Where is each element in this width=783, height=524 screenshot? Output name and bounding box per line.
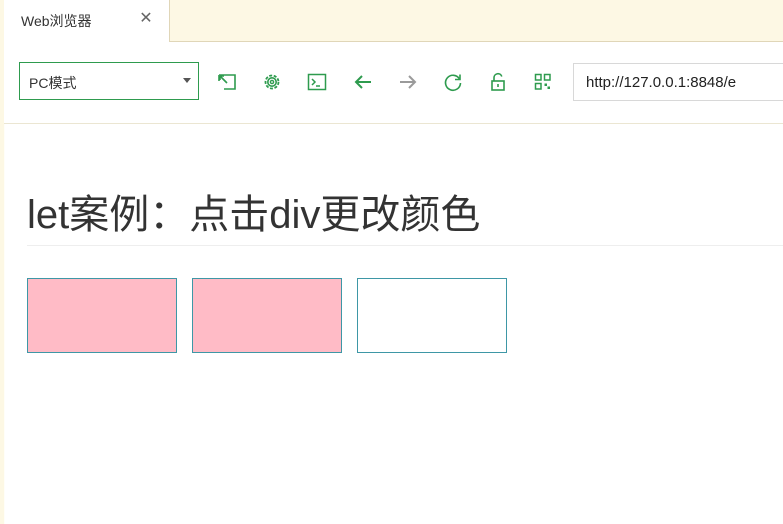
color-box-3[interactable] xyxy=(357,278,507,353)
settings-icon[interactable] xyxy=(260,70,284,94)
lock-icon[interactable] xyxy=(486,70,510,94)
mode-select[interactable]: PC模式 xyxy=(19,62,199,100)
screenshot-icon[interactable] xyxy=(215,70,239,94)
page-title: let案例：点击div更改颜色 xyxy=(27,193,481,237)
back-icon[interactable] xyxy=(351,70,375,94)
page-viewport: let案例：点击div更改颜色 xyxy=(5,124,783,524)
mode-select-value: PC模式 xyxy=(29,75,77,91)
console-icon[interactable] xyxy=(305,70,329,94)
close-icon[interactable]: ✕ xyxy=(137,10,155,28)
url-text: http://127.0.0.1:8848/e xyxy=(586,74,737,91)
color-box-2[interactable] xyxy=(192,278,342,353)
tab-web-browser[interactable]: Web浏览器 ✕ xyxy=(4,0,170,42)
chevron-down-icon xyxy=(183,78,191,83)
refresh-icon[interactable] xyxy=(441,70,465,94)
tab-strip: Web浏览器 ✕ xyxy=(0,0,783,42)
browser-window: Web浏览器 ✕ PC模式 http://127.0.0.1:8848/e le… xyxy=(0,0,783,524)
forward-icon[interactable] xyxy=(396,70,420,94)
address-bar[interactable]: http://127.0.0.1:8848/e xyxy=(573,63,783,101)
title-divider xyxy=(27,245,783,246)
browser-toolbar: PC模式 http://127.0.0.1:8848/e xyxy=(4,42,783,124)
tab-title: Web浏览器 xyxy=(21,13,92,29)
color-box-1[interactable] xyxy=(27,278,177,353)
qrcode-icon[interactable] xyxy=(531,70,555,94)
